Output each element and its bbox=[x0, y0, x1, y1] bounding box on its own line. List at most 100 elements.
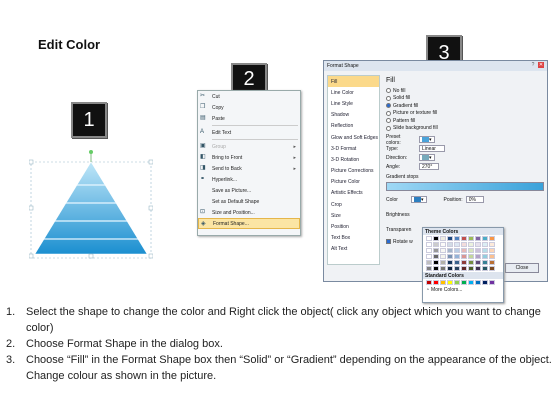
color-swatch[interactable] bbox=[482, 260, 488, 265]
nav-item-3d-rotation[interactable]: 3-D Rotation bbox=[328, 154, 379, 165]
color-swatch[interactable] bbox=[489, 280, 495, 285]
direction-dropdown[interactable]: ▾ bbox=[419, 154, 435, 161]
color-swatch[interactable] bbox=[426, 280, 432, 285]
nav-item-crop[interactable]: Crop bbox=[328, 199, 379, 210]
menu-item-edit-text[interactable]: A Edit Text bbox=[198, 127, 300, 138]
color-swatch[interactable] bbox=[482, 254, 488, 259]
menu-item-set-default-shape[interactable]: Set as Default Shape bbox=[198, 196, 300, 207]
nav-item-artistic-effects[interactable]: Artistic Effects bbox=[328, 188, 379, 199]
color-swatch[interactable] bbox=[426, 248, 432, 253]
color-swatch[interactable] bbox=[468, 260, 474, 265]
menu-item-group[interactable]: ▣ Group ▸ bbox=[198, 141, 300, 152]
color-swatch[interactable] bbox=[461, 254, 467, 259]
color-swatch[interactable] bbox=[426, 266, 432, 271]
color-swatch[interactable] bbox=[447, 254, 453, 259]
nav-item-text-box[interactable]: Text Box bbox=[328, 233, 379, 244]
color-swatch[interactable] bbox=[461, 280, 467, 285]
nav-item-line-color[interactable]: Line Color bbox=[328, 87, 379, 98]
radio-gradient-fill[interactable]: Gradient fill bbox=[386, 102, 544, 110]
color-swatch[interactable] bbox=[475, 260, 481, 265]
color-swatch[interactable] bbox=[440, 260, 446, 265]
preset-colors-dropdown[interactable]: ▾ bbox=[419, 136, 435, 143]
more-colors-link[interactable]: ◔ More Colors... bbox=[423, 286, 503, 293]
color-swatch[interactable] bbox=[489, 266, 495, 271]
color-swatch[interactable] bbox=[489, 254, 495, 259]
close-button[interactable]: Close bbox=[505, 263, 539, 273]
color-swatch[interactable] bbox=[468, 254, 474, 259]
color-swatch[interactable] bbox=[440, 242, 446, 247]
color-swatch[interactable] bbox=[440, 236, 446, 241]
color-swatch[interactable] bbox=[447, 242, 453, 247]
color-swatch[interactable] bbox=[433, 242, 439, 247]
nav-item-alt-text[interactable]: Alt Text bbox=[328, 244, 379, 255]
color-swatch[interactable] bbox=[468, 248, 474, 253]
color-swatch[interactable] bbox=[454, 236, 460, 241]
color-swatch[interactable] bbox=[454, 260, 460, 265]
color-swatch[interactable] bbox=[447, 280, 453, 285]
radio-solid-fill[interactable]: Solid fill bbox=[386, 95, 544, 103]
color-dropdown[interactable]: ▾ bbox=[411, 196, 427, 203]
color-swatch[interactable] bbox=[433, 248, 439, 253]
color-swatch[interactable] bbox=[489, 236, 495, 241]
color-swatch[interactable] bbox=[489, 248, 495, 253]
nav-item-line-style[interactable]: Line Style bbox=[328, 98, 379, 109]
color-swatch[interactable] bbox=[461, 260, 467, 265]
color-swatch[interactable] bbox=[461, 242, 467, 247]
color-swatch[interactable] bbox=[482, 236, 488, 241]
nav-item-shadow[interactable]: Shadow bbox=[328, 110, 379, 121]
color-swatch[interactable] bbox=[454, 242, 460, 247]
color-swatch[interactable] bbox=[482, 248, 488, 253]
position-input[interactable]: 0% bbox=[465, 196, 484, 203]
nav-item-3d-format[interactable]: 3-D Format bbox=[328, 143, 379, 154]
color-swatch[interactable] bbox=[475, 242, 481, 247]
color-swatch[interactable] bbox=[475, 236, 481, 241]
color-swatch[interactable] bbox=[454, 280, 460, 285]
color-swatch[interactable] bbox=[489, 260, 495, 265]
gradient-stops-bar[interactable] bbox=[386, 182, 544, 191]
color-swatch[interactable] bbox=[440, 248, 446, 253]
color-swatch[interactable] bbox=[447, 260, 453, 265]
color-swatch[interactable] bbox=[461, 236, 467, 241]
menu-item-size-position[interactable]: ⊡ Size and Position... bbox=[198, 207, 300, 218]
color-swatch[interactable] bbox=[468, 266, 474, 271]
color-swatch[interactable] bbox=[461, 266, 467, 271]
color-swatch[interactable] bbox=[454, 254, 460, 259]
color-swatch[interactable] bbox=[440, 280, 446, 285]
nav-item-reflection[interactable]: Reflection bbox=[328, 121, 379, 132]
color-swatch[interactable] bbox=[468, 280, 474, 285]
menu-item-send-to-back[interactable]: ◨ Send to Back ▸ bbox=[198, 163, 300, 174]
color-swatch[interactable] bbox=[475, 280, 481, 285]
color-swatch[interactable] bbox=[482, 242, 488, 247]
color-swatch[interactable] bbox=[489, 242, 495, 247]
menu-item-hyperlink[interactable]: ⚭ Hyperlink... bbox=[198, 174, 300, 185]
menu-item-save-as-picture[interactable]: Save as Picture... bbox=[198, 185, 300, 196]
color-swatch[interactable] bbox=[475, 266, 481, 271]
color-swatch[interactable] bbox=[475, 248, 481, 253]
color-swatch[interactable] bbox=[426, 242, 432, 247]
radio-slide-background-fill[interactable]: Slide background fill bbox=[386, 125, 544, 133]
radio-pattern-fill[interactable]: Pattern fill bbox=[386, 117, 544, 125]
nav-item-size[interactable]: Size bbox=[328, 210, 379, 221]
radio-no-fill[interactable]: No fill bbox=[386, 87, 544, 95]
color-swatch[interactable] bbox=[447, 266, 453, 271]
nav-item-picture-color[interactable]: Picture Color bbox=[328, 177, 379, 188]
color-swatch[interactable] bbox=[447, 248, 453, 253]
nav-item-picture-corrections[interactable]: Picture Corrections bbox=[328, 166, 379, 177]
color-swatch[interactable] bbox=[468, 236, 474, 241]
menu-item-copy[interactable]: ❐ Copy bbox=[198, 102, 300, 113]
nav-item-fill[interactable]: Fill bbox=[328, 76, 379, 88]
nav-item-glow[interactable]: Glow and Soft Edges bbox=[328, 132, 379, 143]
color-swatch[interactable] bbox=[447, 236, 453, 241]
color-swatch[interactable] bbox=[475, 254, 481, 259]
menu-item-cut[interactable]: ✂ Cut bbox=[198, 91, 300, 102]
color-swatch[interactable] bbox=[426, 254, 432, 259]
color-swatch[interactable] bbox=[433, 266, 439, 271]
color-swatch[interactable] bbox=[433, 236, 439, 241]
color-swatch[interactable] bbox=[468, 242, 474, 247]
color-swatch[interactable] bbox=[433, 280, 439, 285]
menu-item-format-shape[interactable]: ◈ Format Shape... bbox=[198, 218, 300, 229]
color-swatch[interactable] bbox=[426, 236, 432, 241]
pyramid-shape[interactable] bbox=[29, 150, 153, 260]
color-swatch[interactable] bbox=[482, 280, 488, 285]
menu-item-paste[interactable]: ▤ Paste bbox=[198, 113, 300, 124]
